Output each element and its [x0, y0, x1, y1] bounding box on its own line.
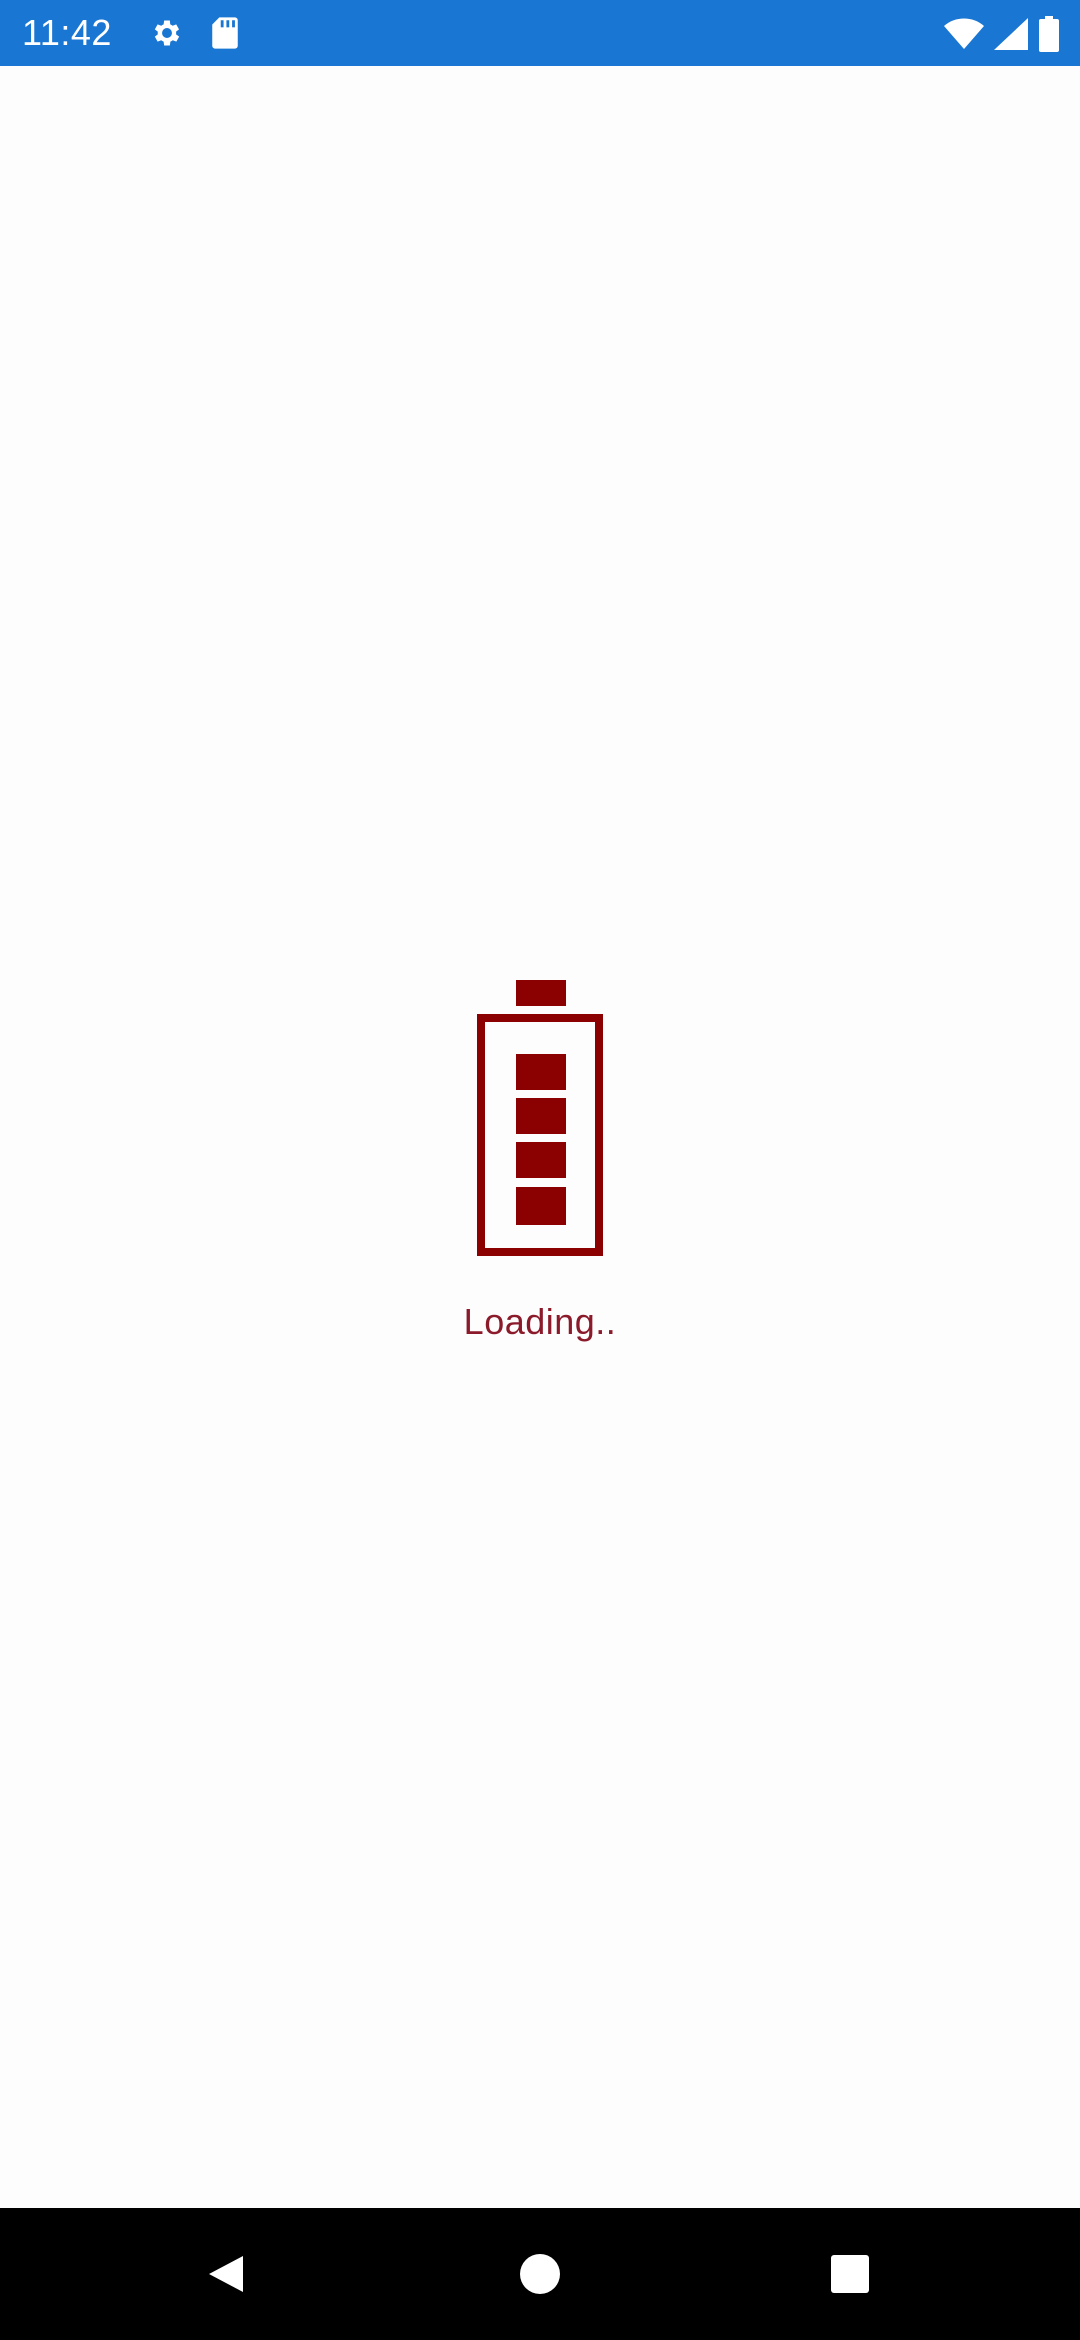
home-button[interactable] [510, 2244, 570, 2304]
status-left-icons [150, 16, 240, 50]
sd-card-icon [210, 16, 240, 50]
back-button[interactable] [196, 2244, 256, 2304]
home-icon [519, 2253, 561, 2295]
loading-indicator: Loading.. [0, 975, 1080, 1343]
battery-icon [1038, 16, 1060, 52]
wifi-icon [944, 18, 984, 50]
app-screen: 11:42 Loading.. [0, 0, 1080, 2340]
navigation-bar [0, 2208, 1080, 2340]
recents-button[interactable] [820, 2244, 880, 2304]
status-bar: 11:42 [0, 0, 1080, 66]
status-time: 11:42 [22, 12, 112, 53]
settings-gear-icon [150, 16, 184, 50]
back-icon [205, 2252, 247, 2296]
cell-signal-icon [994, 18, 1028, 50]
loading-text: Loading.. [463, 1301, 617, 1342]
status-right-icons [944, 16, 1060, 52]
recents-icon [830, 2254, 870, 2294]
battery-loading-icon [477, 975, 603, 1263]
